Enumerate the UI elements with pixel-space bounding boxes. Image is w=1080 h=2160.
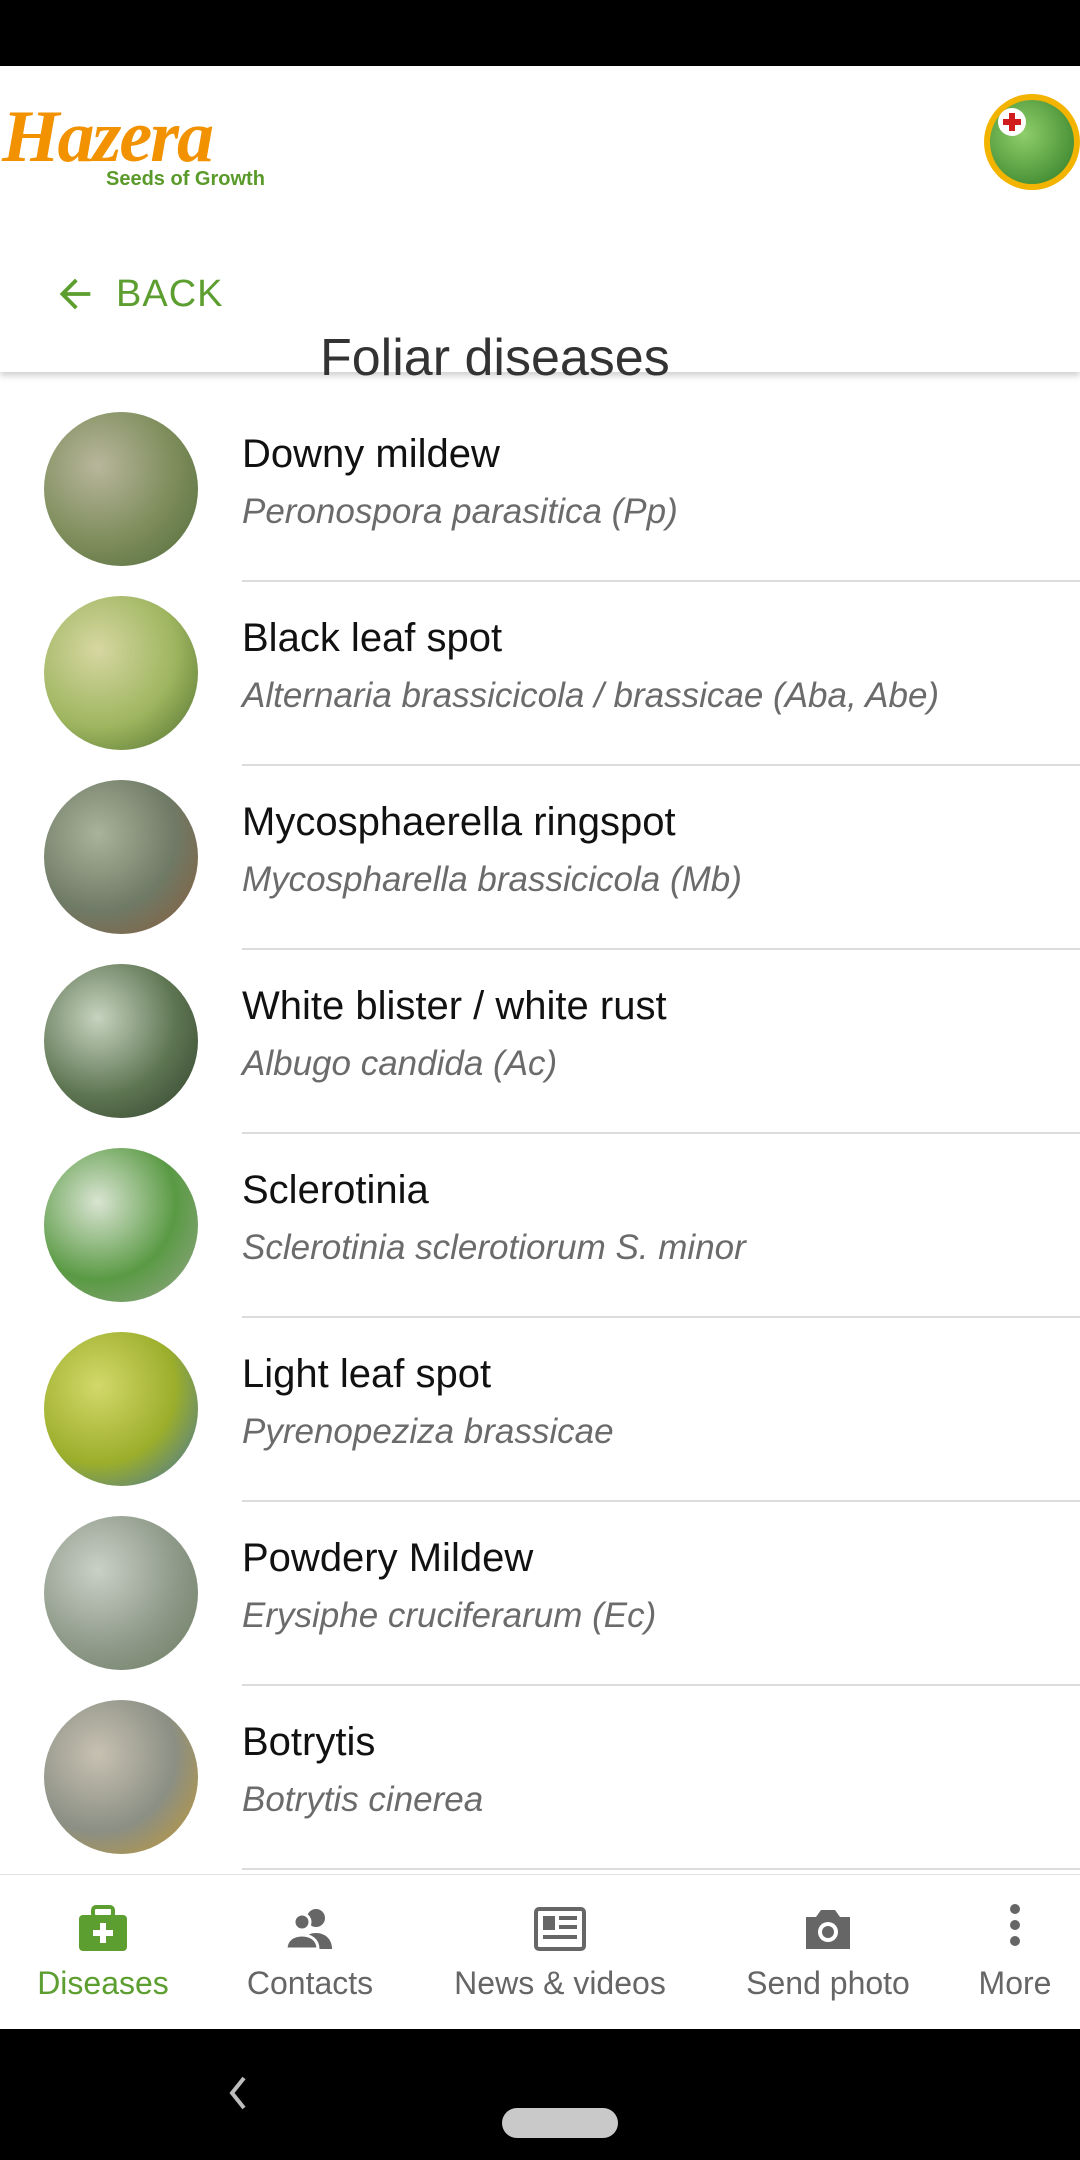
arrow-left-icon xyxy=(59,278,91,310)
disease-latin-name: Erysiphe cruciferarum (Ec) xyxy=(242,1596,657,1635)
disease-thumbnail xyxy=(44,1148,198,1302)
system-navigation-bar xyxy=(0,2028,1080,2160)
back-button-label: BACK xyxy=(116,272,224,315)
list-item[interactable]: Black leaf spot Alternaria brassicicola … xyxy=(0,582,1080,766)
nav-label: Send photo xyxy=(746,1965,910,2001)
newspaper-icon xyxy=(534,1907,586,1951)
app-header: Hazera Seeds of Growth BACK Foliar disea… xyxy=(0,66,1080,387)
list-item[interactable]: Powdery Mildew Erysiphe cruciferarum (Ec… xyxy=(0,1502,1080,1686)
disease-thumbnail xyxy=(44,780,198,934)
hazera-logo: Hazera Seeds of Growth xyxy=(0,92,280,202)
disease-name: Black leaf spot xyxy=(242,616,503,660)
nav-label: Contacts xyxy=(246,1965,374,2001)
disease-name: Light leaf spot xyxy=(242,1352,492,1396)
list-item[interactable]: White blister / white rust Albugo candid… xyxy=(0,950,1080,1134)
disease-name: White blister / white rust xyxy=(242,984,667,1028)
camera-icon xyxy=(806,1910,850,1949)
disease-latin-name: Albugo candida (Ac) xyxy=(242,1044,558,1083)
page-title: Foliar diseases xyxy=(320,329,670,387)
nav-item-contacts[interactable]: Contacts xyxy=(206,1875,414,2029)
back-button[interactable]: BACK xyxy=(52,262,223,326)
list-divider xyxy=(242,1868,1080,1870)
nav-item-diseases[interactable]: Diseases xyxy=(0,1875,206,2029)
disease-name: Downy mildew xyxy=(242,432,500,476)
disease-thumbnail xyxy=(44,964,198,1118)
bottom-navigation: Diseases Contacts News & videos Send pho… xyxy=(0,1874,1080,2029)
list-item[interactable]: Downy mildew Peronospora parasitica (Pp) xyxy=(0,398,1080,582)
system-home-pill[interactable] xyxy=(502,2108,618,2138)
system-back-icon[interactable] xyxy=(222,2068,252,2118)
disease-name: Botrytis xyxy=(242,1720,376,1764)
list-item[interactable]: Light leaf spot Pyrenopeziza brassicae xyxy=(0,1318,1080,1502)
nav-item-news-videos[interactable]: News & videos xyxy=(414,1875,706,2029)
list-item[interactable]: Sclerotinia Sclerotinia sclerotiorum S. … xyxy=(0,1134,1080,1318)
medical-kit-icon xyxy=(79,1905,127,1951)
disease-list: Downy mildew Peronospora parasitica (Pp)… xyxy=(0,398,1080,1870)
disease-thumbnail xyxy=(44,1332,198,1486)
nav-label: News & videos xyxy=(454,1965,666,2001)
disease-name: Powdery Mildew xyxy=(242,1536,534,1580)
disease-name: Mycosphaerella ringspot xyxy=(242,800,676,844)
disease-latin-name: Peronospora parasitica (Pp) xyxy=(242,492,678,531)
disease-thumbnail xyxy=(44,596,198,750)
nav-item-more[interactable]: More xyxy=(950,1875,1080,2029)
disease-latin-name: Botrytis cinerea xyxy=(242,1780,484,1819)
nav-item-send-photo[interactable]: Send photo xyxy=(706,1875,950,2029)
disease-latin-name: Sclerotinia sclerotiorum S. minor xyxy=(242,1228,746,1267)
logo-tagline: Seeds of Growth xyxy=(106,168,265,190)
more-vertical-icon xyxy=(1010,1904,1020,1946)
disease-thumbnail xyxy=(44,412,198,566)
list-item[interactable]: Botrytis Botrytis cinerea xyxy=(0,1686,1080,1870)
nav-label: Diseases xyxy=(37,1965,169,2001)
disease-name: Sclerotinia xyxy=(242,1168,429,1212)
disease-thumbnail xyxy=(44,1700,198,1854)
disease-latin-name: Alternaria brassicicola / brassicae (Aba… xyxy=(242,676,940,715)
nav-label: More xyxy=(978,1965,1052,2001)
disease-thumbnail xyxy=(44,1516,198,1670)
disease-latin-name: Mycospharella brassicicola (Mb) xyxy=(242,860,742,899)
help-badge-icon[interactable] xyxy=(984,94,1080,190)
list-item[interactable]: Mycosphaerella ringspot Mycospharella br… xyxy=(0,766,1080,950)
disease-latin-name: Pyrenopeziza brassicae xyxy=(242,1412,614,1451)
status-bar xyxy=(0,0,1080,66)
contacts-icon xyxy=(284,1909,332,1951)
